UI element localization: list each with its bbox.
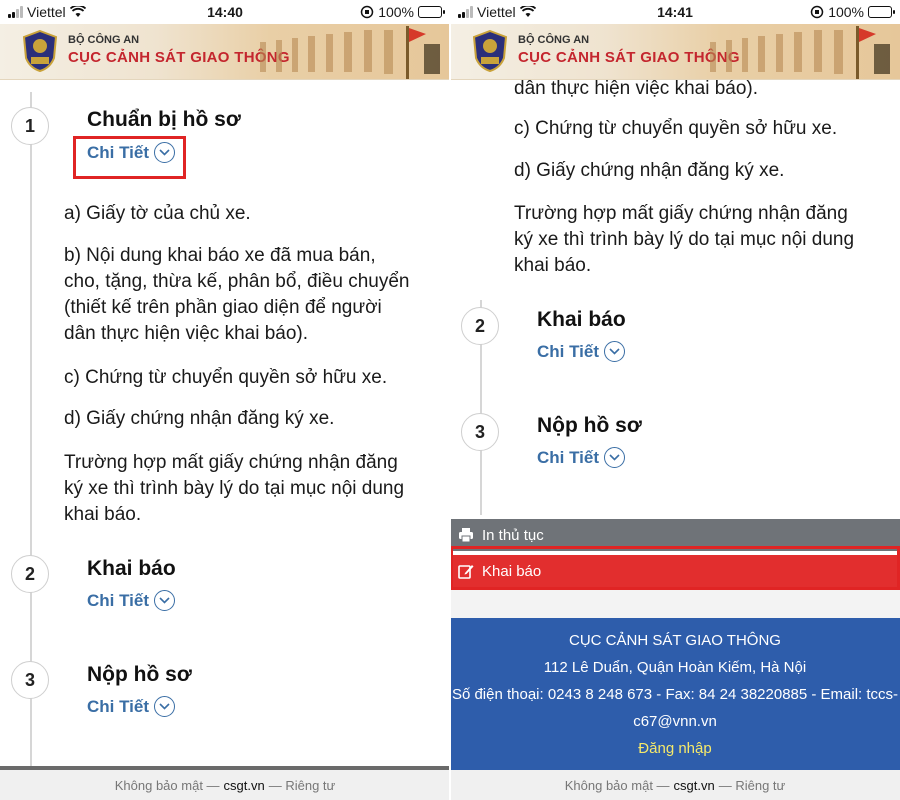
detail-label: Chi Tiết	[537, 341, 600, 361]
battery-icon	[418, 6, 445, 18]
step-2-title: Khai báo	[537, 308, 626, 331]
highlight-box	[450, 546, 900, 590]
private-label: — Riêng tư	[268, 777, 336, 793]
step-2-number: 2	[11, 555, 49, 593]
doc-item-d: d) Giấy chứng nhận đăng ký xe.	[64, 408, 335, 429]
step-3-title: Nộp hồ sơ	[537, 414, 642, 437]
doc-item-b-line4: dân thực hiện việc khai báo).	[64, 323, 309, 344]
doc-item-c: c) Chứng từ chuyển quyền sở hữu xe.	[64, 367, 388, 388]
doc-item-b-line2: cho, tặng, thừa kế, phân bổ, điều chuyển	[64, 271, 410, 292]
security-label: Không bảo mật —	[114, 777, 220, 793]
security-label: Không bảo mật —	[564, 777, 670, 793]
right-screen: Viettel 14:41 100% BỘ CÔNG AN CỤC CẢNH S…	[450, 0, 900, 800]
domain-label: csgt.vn	[673, 777, 715, 793]
police-emblem-icon	[22, 30, 58, 72]
chevron-down-icon	[604, 447, 626, 468]
login-link[interactable]: Đăng nhập	[450, 735, 900, 762]
step-2-title: Khai báo	[87, 557, 176, 580]
orientation-lock-icon	[810, 5, 824, 19]
ministry-name: BỘ CÔNG AN	[518, 34, 590, 46]
spacer-band	[450, 590, 900, 618]
site-footer: CỤC CẢNH SÁT GIAO THÔNG 112 Lê Duẩn, Quậ…	[450, 618, 900, 770]
step-3-detail-toggle[interactable]: Chi Tiết	[87, 696, 176, 717]
detail-label: Chi Tiết	[87, 696, 150, 716]
status-right: 100%	[360, 4, 445, 20]
ministry-name: BỘ CÔNG AN	[68, 34, 140, 46]
detail-label: Chi Tiết	[87, 590, 150, 610]
doc-note-line2: ký xe thì trình bày lý do tại mục nội du…	[514, 229, 855, 250]
detail-label: Chi Tiết	[537, 447, 600, 467]
battery-percent: 100%	[378, 4, 414, 20]
highlight-box	[73, 136, 186, 179]
doc-item-b-line1: b) Nội dung khai báo xe đã mua bán,	[64, 245, 376, 266]
browser-address-bar[interactable]: Không bảo mật — csgt.vn — Riêng tư	[450, 770, 900, 800]
step-1-number: 1	[11, 107, 49, 145]
doc-note-line3: khai báo.	[514, 255, 592, 276]
footer-contact: Số điện thoại: 0243 8 248 673 - Fax: 84 …	[451, 686, 899, 703]
doc-note-line1: Trường hợp mất giấy chứng nhận đăng	[64, 452, 398, 473]
printer-icon	[459, 528, 473, 543]
chevron-down-icon	[604, 341, 626, 362]
domain-label: csgt.vn	[223, 777, 265, 793]
orientation-lock-icon	[360, 5, 374, 19]
doc-item-d: d) Giấy chứng nhận đăng ký xe.	[514, 160, 785, 181]
status-bar: Viettel 14:40 100%	[0, 0, 450, 24]
status-right: 100%	[810, 4, 895, 20]
doc-note-line1: Trường hợp mất giấy chứng nhận đăng	[514, 203, 848, 224]
step-3-detail-toggle[interactable]: Chi Tiết	[537, 447, 626, 468]
battery-percent: 100%	[828, 4, 864, 20]
footer-email: c67@vnn.vn	[633, 713, 717, 730]
step-2-number: 2	[461, 307, 499, 345]
footer-agency: CỤC CẢNH SÁT GIAO THÔNG	[569, 632, 781, 649]
site-header[interactable]: BỘ CÔNG AN CỤC CẢNH SÁT GIAO THÔNG	[450, 24, 900, 80]
police-emblem-icon	[472, 30, 508, 72]
private-label: — Riêng tư	[718, 777, 786, 793]
print-label: In thủ tục	[482, 526, 544, 544]
step-3-number: 3	[461, 413, 499, 451]
parade-image	[710, 26, 890, 79]
step-3-number: 3	[11, 661, 49, 699]
step-2-detail-toggle[interactable]: Chi Tiết	[537, 341, 626, 362]
status-bar: Viettel 14:41 100%	[450, 0, 900, 24]
screenshot-comparison: Viettel 14:40 100% BỘ CÔNG AN CỤC CẢNH S…	[0, 0, 900, 800]
site-header[interactable]: BỘ CÔNG AN CỤC CẢNH SÁT GIAO THÔNG	[0, 24, 450, 80]
parade-image	[260, 26, 440, 79]
step-3-title: Nộp hồ sơ	[87, 663, 192, 686]
step-2-detail-toggle[interactable]: Chi Tiết	[87, 590, 176, 611]
doc-note-line3: khai báo.	[64, 504, 142, 525]
doc-item-b-line3: (thiết kế trên phần giao diện để người	[64, 297, 382, 318]
battery-icon	[868, 6, 895, 18]
doc-item-a: a) Giấy tờ của chủ xe.	[64, 203, 251, 224]
left-screen: Viettel 14:40 100% BỘ CÔNG AN CỤC CẢNH S…	[0, 0, 450, 800]
browser-address-bar[interactable]: Không bảo mật — csgt.vn — Riêng tư	[0, 770, 450, 800]
doc-item-c: c) Chứng từ chuyển quyền sở hữu xe.	[514, 118, 838, 139]
panel-divider	[449, 0, 451, 800]
chevron-down-icon	[154, 696, 176, 717]
step-1-title: Chuẩn bị hồ sơ	[87, 108, 241, 131]
footer-address: 112 Lê Duẩn, Quận Hoàn Kiếm, Hà Nội	[543, 659, 807, 676]
doc-note-line2: ký xe thì trình bày lý do tại mục nội du…	[64, 478, 405, 499]
chevron-down-icon	[154, 590, 176, 611]
